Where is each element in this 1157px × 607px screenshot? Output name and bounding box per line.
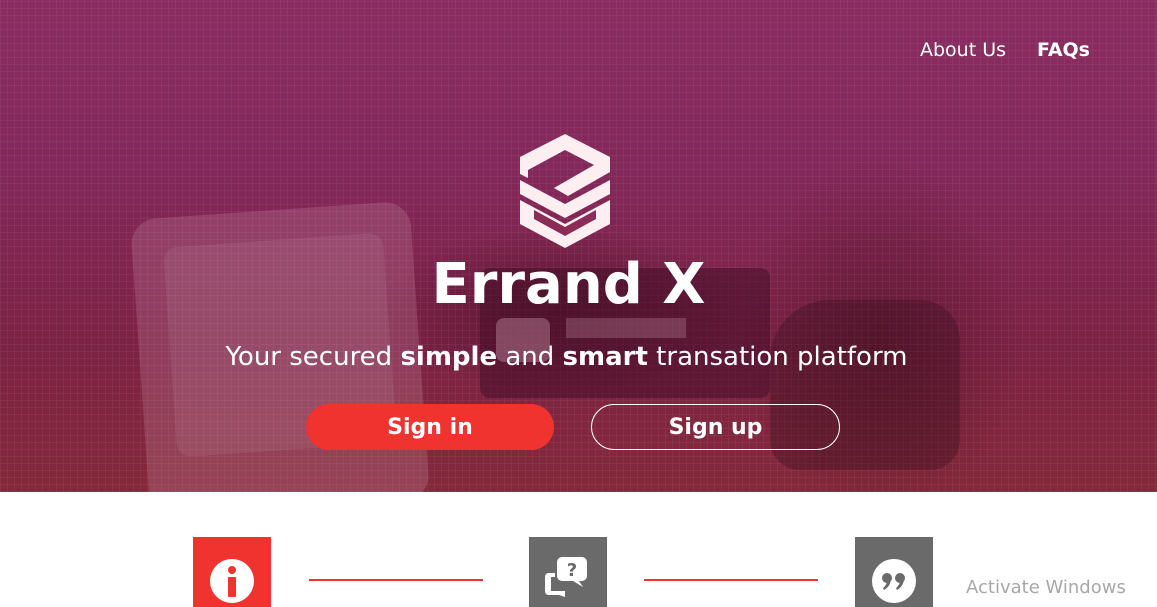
- tagline-emphasis: smart: [562, 342, 648, 372]
- hero-section: About Us FAQs Errand X Your secured simp…: [0, 0, 1157, 492]
- feature-info-tile: [193, 537, 271, 607]
- sign-in-button[interactable]: Sign in: [306, 404, 554, 450]
- feature-quote-tile: [855, 537, 933, 607]
- brand-title: Errand X: [431, 252, 706, 317]
- hero-tagline: Your secured simple and smart transation…: [0, 340, 1133, 374]
- errand-x-logo-icon: [520, 134, 610, 248]
- sign-up-button[interactable]: Sign up: [591, 404, 840, 450]
- feature-question-tile: ?: [529, 537, 607, 607]
- tagline-text: and: [497, 342, 563, 372]
- tagline-text: transation platform: [647, 342, 908, 372]
- question-chat-icon: ?: [545, 557, 587, 597]
- tagline-emphasis: simple: [400, 342, 498, 372]
- hero-background-card-strip: [566, 318, 686, 338]
- info-icon: [210, 559, 254, 603]
- quote-icon: [872, 559, 916, 603]
- svg-text:?: ?: [567, 560, 577, 581]
- feature-divider: [644, 579, 818, 581]
- activate-windows-watermark: Activate Windows: [966, 577, 1126, 598]
- nav-about-us-link[interactable]: About Us: [920, 38, 1006, 62]
- tagline-text: Your secured: [225, 342, 401, 372]
- nav-faqs-link[interactable]: FAQs: [1037, 38, 1090, 62]
- feature-divider: [309, 579, 483, 581]
- top-nav: About Us FAQs: [920, 38, 1090, 62]
